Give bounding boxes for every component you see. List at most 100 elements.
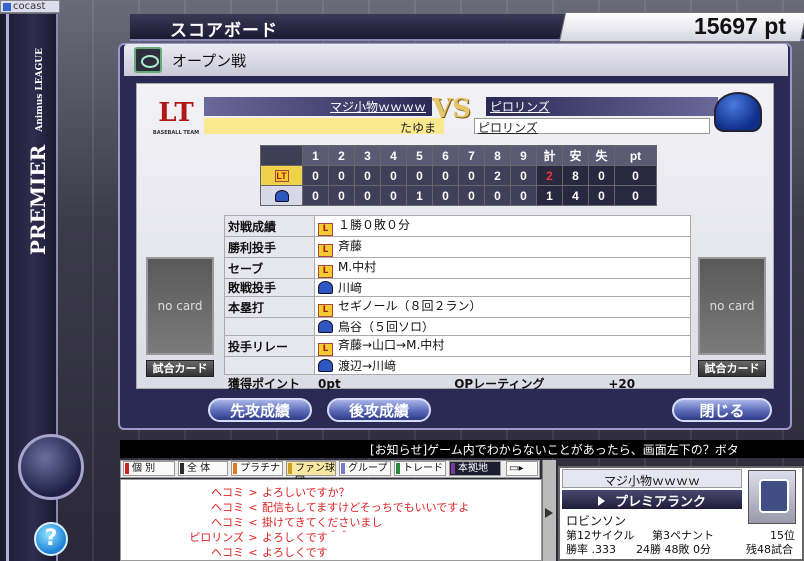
chat-speaker: ヘコミ	[211, 501, 244, 514]
inning-score: 0	[380, 185, 407, 206]
points-earned-value: 0pt	[318, 377, 341, 391]
tab-label: 本拠地	[458, 463, 488, 474]
inning-score: 0	[458, 165, 485, 186]
profile-remaining: 残48試合	[746, 543, 793, 556]
second-batting-stats-button[interactable]: 後攻成績	[327, 398, 431, 422]
keyboard-icon: ▭▸	[509, 463, 524, 474]
inning-header: 7	[458, 145, 485, 166]
home-card-slot: no card	[146, 257, 214, 355]
tab-color-bar	[396, 463, 400, 474]
rank-badge-icon	[748, 470, 796, 524]
win-pitcher-value: 斉藤	[338, 239, 363, 253]
tab-label: プラチナ	[240, 463, 280, 474]
inning-header: 1	[302, 145, 329, 166]
away-team-icon	[318, 281, 333, 294]
pt-total: 0	[614, 185, 657, 206]
tab-individual[interactable]: 個 別	[123, 461, 175, 476]
expand-arrow-icon[interactable]	[545, 508, 553, 518]
result-row: 勝利投手 L 斉藤	[224, 236, 691, 258]
tab-home-stadium[interactable]: 本拠地	[449, 461, 501, 476]
hits-total: 8	[562, 165, 589, 186]
inning-score: 0	[432, 165, 459, 186]
tab-color-bar	[288, 463, 292, 474]
vs-mark: VS	[432, 94, 471, 124]
result-row: セーブ L M.中村	[224, 257, 691, 279]
window-titlebar: cocast	[0, 0, 60, 13]
chat-message: よろしいですか？	[262, 486, 350, 499]
chat-message: よろしくです	[262, 546, 328, 559]
empty-label	[224, 356, 315, 375]
tab-fan-team[interactable]: ファン球団	[286, 461, 336, 487]
first-batting-stats-button[interactable]: 先攻成績	[208, 398, 312, 422]
league-label: Animus LEAGUE	[34, 47, 45, 132]
pitcher-relay-cell-1: L 斉藤→山口→M.中村	[314, 335, 691, 357]
pitcher-relay-value-1: 斉藤→山口→M.中村	[338, 338, 445, 352]
chat-direction: >	[248, 486, 258, 499]
home-run-value-1: セギノール（８回２ラン）	[338, 299, 482, 313]
runs-total: 1	[536, 185, 563, 206]
inning-header: 8	[484, 145, 511, 166]
chat-direction: >	[248, 531, 258, 544]
tab-all[interactable]: 全 体	[178, 461, 228, 476]
inning-score: 0	[354, 165, 381, 186]
tab-trade[interactable]: トレード	[394, 461, 446, 476]
away-team-helmet-logo	[714, 92, 762, 132]
game-results-table: 対戦成績 L １勝０敗０分 勝利投手 L 斉藤 セーブ L M.中村 敗戦投手 川﨑 …	[224, 215, 691, 393]
chat-message: 配信もしてますけどそっちでもいいですよ	[262, 501, 470, 514]
inning-score: 0	[328, 165, 355, 186]
chat-line: ヘコミ < よろしくです	[124, 544, 538, 560]
home-team-icon: L	[318, 265, 333, 278]
score-header-row: 1 2 3 4 5 6 7 8 9 計 安 失 pt	[260, 145, 657, 166]
save-cell: L M.中村	[314, 257, 691, 279]
stadium-icon	[134, 47, 162, 73]
brand-label: PREMIER	[26, 144, 50, 255]
tab-label: グループ	[348, 463, 388, 474]
chat-direction: <	[248, 516, 258, 529]
chat-scrollbar[interactable]	[542, 460, 556, 561]
tab-color-bar	[451, 463, 455, 474]
op-rating-label: OPレーティング	[454, 377, 545, 391]
chat-line: ヘコミ < 配信もしてますけどそっちでもいいですよ	[124, 499, 538, 515]
chat-line: ピロリンズ > よろしくです＾＾	[124, 529, 538, 545]
points-earned-label: 獲得ポイント	[228, 377, 301, 391]
save-label: セーブ	[224, 257, 315, 279]
chat-line: ヘコミ > よろしいですか？	[124, 484, 538, 500]
away-team-name-link[interactable]: ピロリンズ	[490, 98, 550, 115]
inning-score: 0	[354, 185, 381, 206]
away-team-icon	[318, 359, 333, 372]
inning-score: 0	[432, 185, 459, 206]
window-title: cocast	[13, 1, 46, 12]
result-row: 対戦成績 L １勝０敗０分	[224, 215, 691, 237]
home-team-mini-logo: LT	[260, 165, 303, 186]
tab-more-button[interactable]: ▭▸	[506, 461, 538, 476]
away-team-icon	[318, 320, 333, 333]
home-game-card-button[interactable]: 試合カード	[146, 360, 214, 377]
chat-direction: <	[248, 501, 258, 514]
away-score-row: 0 0 0 0 1 0 0 0 0 1 4 0 0	[260, 185, 657, 206]
tab-label: トレード	[403, 463, 443, 474]
profile-record: 24勝 48敗 0分	[636, 543, 711, 556]
errors-header: 失	[588, 145, 615, 166]
inning-header: 9	[510, 145, 537, 166]
close-button[interactable]: 閉じる	[672, 398, 772, 422]
chat-speaker: ヘコミ	[211, 516, 244, 529]
inning-score: 0	[510, 165, 537, 186]
away-player-name-link[interactable]: ピロリンズ	[478, 119, 538, 136]
rank-label: プレミアランク	[562, 491, 742, 510]
errors-total: 0	[588, 185, 615, 206]
home-run-cell-1: L セギノール（８回２ラン）	[314, 296, 691, 318]
tab-platinum[interactable]: プラチナ	[231, 461, 283, 476]
tab-group[interactable]: グループ	[339, 461, 391, 476]
profile-win-rate: 勝率 .333	[566, 543, 616, 556]
tab-color-bar	[233, 463, 237, 474]
profile-team-name: マジ小物ｗｗｗｗ	[603, 474, 700, 488]
help-button[interactable]: ?	[34, 522, 68, 556]
inning-header: 5	[406, 145, 433, 166]
away-game-card-button[interactable]: 試合カード	[698, 360, 766, 377]
inning-header: 6	[432, 145, 459, 166]
home-team-name-link[interactable]: マジ小物ｗｗｗｗ	[206, 98, 426, 115]
result-row: 鳥谷（５回ソロ）	[224, 317, 691, 336]
hits-header: 安	[562, 145, 589, 166]
win-pitcher-label: 勝利投手	[224, 236, 315, 258]
team-logo-emblem	[18, 434, 84, 500]
